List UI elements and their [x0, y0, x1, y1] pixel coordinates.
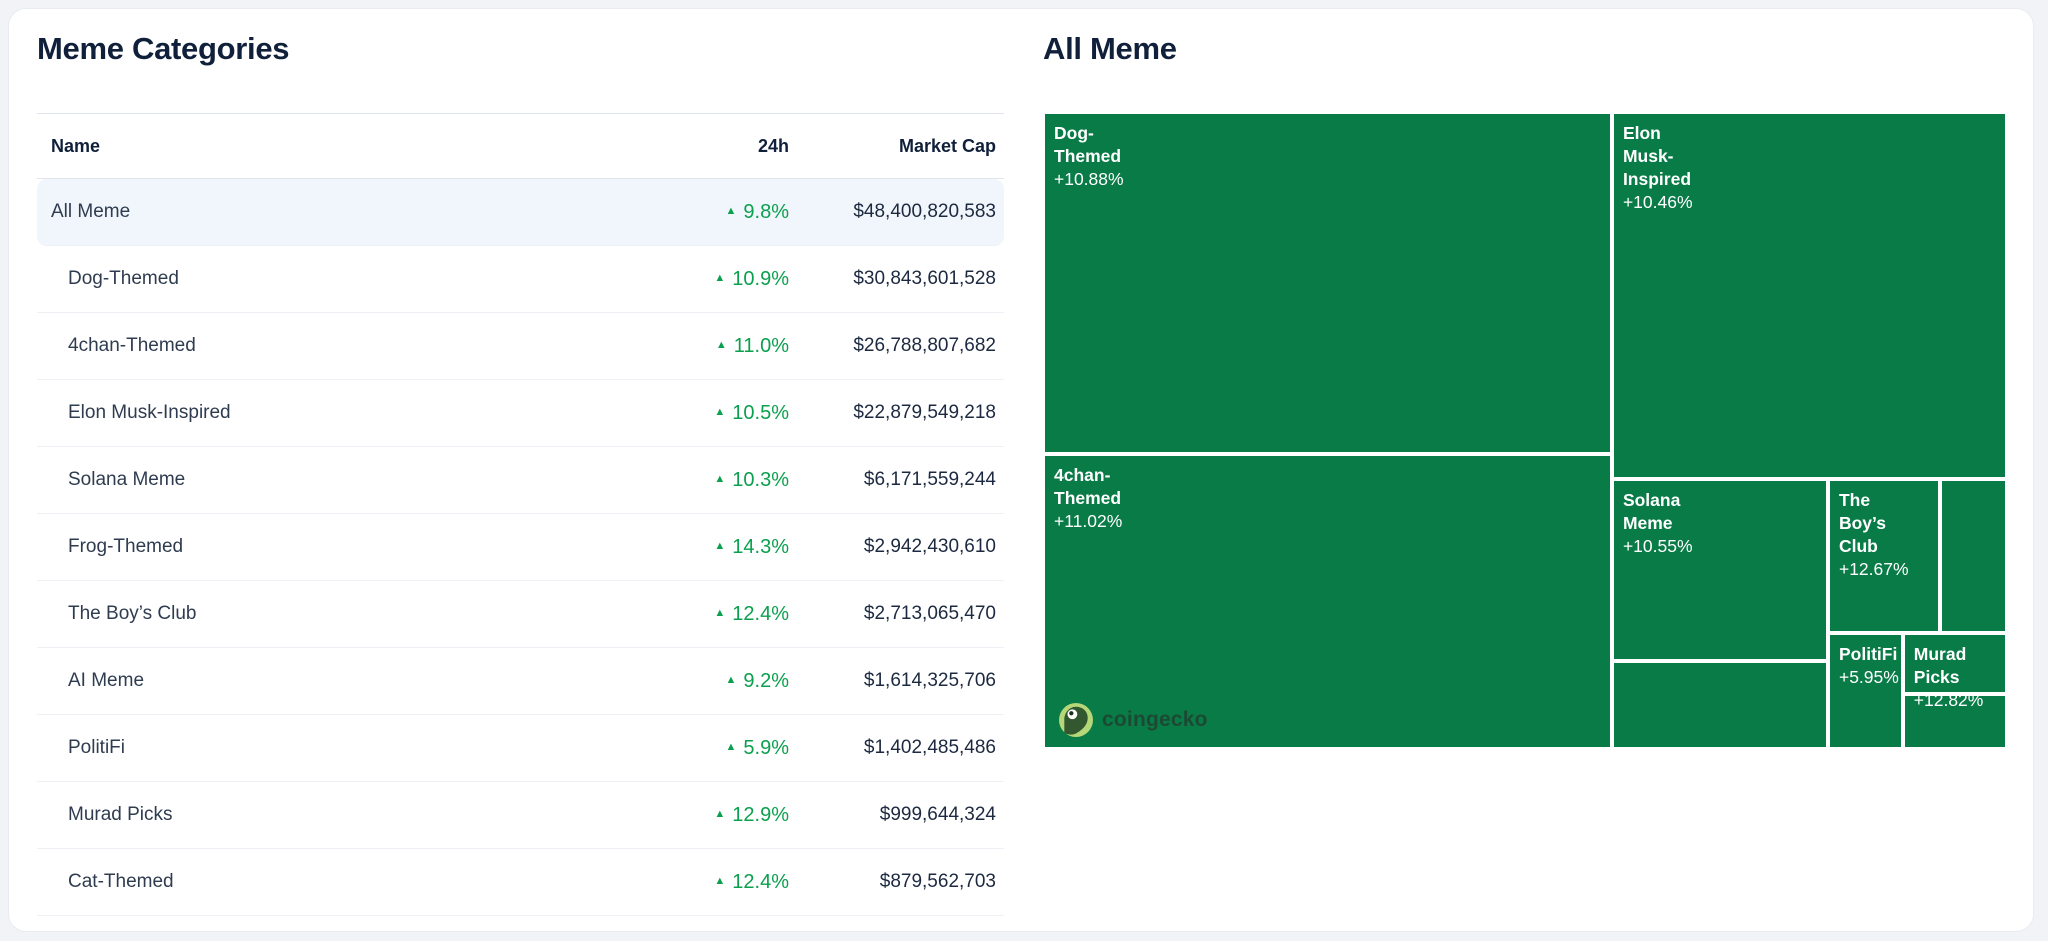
- coingecko-gecko-icon: [1059, 703, 1093, 737]
- up-triangle-icon: ▲: [714, 608, 725, 619]
- treemap-cell-label: TheBoy’sClub: [1830, 481, 1938, 558]
- treemap-cell-elon-musk-inspired[interactable]: ElonMusk-Inspired +10.46%: [1612, 112, 2007, 479]
- meme-categories-card: Meme Categories All Meme Name 24h Market…: [8, 8, 2034, 932]
- up-triangle-icon: ▲: [726, 206, 737, 217]
- category-24h-change: ▲9.8%: [629, 201, 789, 224]
- treemap-cell-murad-picks[interactable]: MuradPicks +12.82%: [1903, 633, 2007, 694]
- treemap-cell-label: ElonMusk-Inspired: [1614, 114, 2005, 191]
- category-name: Solana Meme: [37, 469, 629, 491]
- category-name: AI Meme: [37, 670, 629, 692]
- up-triangle-icon: ▲: [714, 273, 725, 284]
- category-name: Dog-Themed: [37, 268, 629, 290]
- category-24h-change: ▲12.9%: [629, 804, 789, 827]
- coingecko-watermark: coingecko: [1059, 703, 1208, 737]
- treemap-cell-change: +10.46%: [1614, 191, 2005, 213]
- treemap-cell-label: SolanaMeme: [1614, 481, 1826, 535]
- category-market-cap: $26,788,807,682: [789, 335, 1004, 357]
- treemap-cell-label: Dog-Themed: [1045, 114, 1610, 168]
- categories-table: Name 24h Market Cap All Meme ▲9.8% $48,4…: [37, 113, 1004, 916]
- categories-table-body: All Meme ▲9.8% $48,400,820,583 Dog-Theme…: [37, 179, 1004, 916]
- category-name: Frog-Themed: [37, 536, 629, 558]
- treemap-cell-change: +5.95%: [1830, 666, 1901, 688]
- treemap-cell-change: +12.82%: [1905, 689, 2005, 711]
- category-market-cap: $6,171,559,244: [789, 469, 1004, 491]
- table-row[interactable]: Cat-Themed ▲12.4% $879,562,703: [37, 849, 1004, 916]
- category-market-cap: $1,614,325,706: [789, 670, 1004, 692]
- treemap-cell-politifi[interactable]: PolitiFi +5.95%: [1828, 633, 1903, 749]
- table-row[interactable]: Murad Picks ▲12.9% $999,644,324: [37, 782, 1004, 849]
- category-24h-change: ▲14.3%: [629, 536, 789, 559]
- up-triangle-icon: ▲: [714, 809, 725, 820]
- table-row[interactable]: All Meme ▲9.8% $48,400,820,583: [37, 179, 1004, 246]
- table-row[interactable]: Dog-Themed ▲10.9% $30,843,601,528: [37, 246, 1004, 313]
- up-triangle-icon: ▲: [714, 541, 725, 552]
- category-24h-change: ▲10.5%: [629, 402, 789, 425]
- category-24h-change: ▲10.3%: [629, 469, 789, 492]
- table-row[interactable]: Solana Meme ▲10.3% $6,171,559,244: [37, 447, 1004, 514]
- category-name: PolitiFi: [37, 737, 629, 759]
- category-name: Elon Musk-Inspired: [37, 402, 629, 424]
- up-triangle-icon: ▲: [714, 474, 725, 485]
- category-market-cap: $2,942,430,610: [789, 536, 1004, 558]
- category-name: All Meme: [37, 201, 629, 223]
- category-name: The Boy’s Club: [37, 603, 629, 625]
- category-market-cap: $999,644,324: [789, 804, 1004, 826]
- category-24h-change: ▲11.0%: [629, 335, 789, 358]
- column-header-market-cap[interactable]: Market Cap: [789, 136, 1004, 157]
- column-header-24h[interactable]: 24h: [629, 136, 789, 157]
- treemap-cell-the-boy-s-club[interactable]: TheBoy’sClub +12.67%: [1828, 479, 1940, 633]
- up-triangle-icon: ▲: [726, 742, 737, 753]
- treemap-cell-ai-meme[interactable]: [1940, 479, 2007, 633]
- table-header-row: Name 24h Market Cap: [37, 113, 1004, 179]
- category-market-cap: $22,879,549,218: [789, 402, 1004, 424]
- category-24h-change: ▲10.9%: [629, 268, 789, 291]
- table-row[interactable]: Elon Musk-Inspired ▲10.5% $22,879,549,21…: [37, 380, 1004, 447]
- category-market-cap: $879,562,703: [789, 871, 1004, 893]
- treemap-cell-frog-themed[interactable]: [1612, 661, 1828, 749]
- page-title: Meme Categories: [37, 31, 289, 67]
- category-name: Murad Picks: [37, 804, 629, 826]
- treemap: coingecko Dog-Themed +10.88% ElonMusk-In…: [1043, 112, 2007, 749]
- category-24h-change: ▲12.4%: [629, 603, 789, 626]
- table-row[interactable]: The Boy’s Club ▲12.4% $2,713,065,470: [37, 581, 1004, 648]
- treemap-cell-label: 4chan-Themed: [1045, 456, 1610, 510]
- up-triangle-icon: ▲: [726, 675, 737, 686]
- table-row[interactable]: AI Meme ▲9.2% $1,614,325,706: [37, 648, 1004, 715]
- table-row[interactable]: Frog-Themed ▲14.3% $2,942,430,610: [37, 514, 1004, 581]
- treemap-cell-change: +12.67%: [1830, 558, 1938, 580]
- up-triangle-icon: ▲: [714, 407, 725, 418]
- treemap-cell-label: PolitiFi: [1830, 635, 1901, 666]
- category-name: 4chan-Themed: [37, 335, 629, 357]
- category-market-cap: $30,843,601,528: [789, 268, 1004, 290]
- coingecko-wordmark: coingecko: [1102, 708, 1208, 732]
- column-header-name[interactable]: Name: [37, 136, 629, 157]
- category-24h-change: ▲5.9%: [629, 737, 789, 760]
- category-market-cap: $2,713,065,470: [789, 603, 1004, 625]
- category-24h-change: ▲12.4%: [629, 871, 789, 894]
- table-row[interactable]: PolitiFi ▲5.9% $1,402,485,486: [37, 715, 1004, 782]
- treemap-cell-label: MuradPicks: [1905, 635, 2005, 689]
- treemap-cell-dog-themed[interactable]: Dog-Themed +10.88%: [1043, 112, 1612, 454]
- treemap-cell-change: +11.02%: [1045, 510, 1610, 532]
- category-market-cap: $1,402,485,486: [789, 737, 1004, 759]
- category-market-cap: $48,400,820,583: [789, 201, 1004, 223]
- up-triangle-icon: ▲: [716, 340, 727, 351]
- treemap-cell-change: +10.55%: [1614, 535, 1826, 557]
- category-24h-change: ▲9.2%: [629, 670, 789, 693]
- up-triangle-icon: ▲: [714, 876, 725, 887]
- treemap-cell-solana-meme[interactable]: SolanaMeme +10.55%: [1612, 479, 1828, 661]
- treemap-cell-change: +10.88%: [1045, 168, 1610, 190]
- table-row[interactable]: 4chan-Themed ▲11.0% $26,788,807,682: [37, 313, 1004, 380]
- treemap-title: All Meme: [1043, 31, 1177, 67]
- category-name: Cat-Themed: [37, 871, 629, 893]
